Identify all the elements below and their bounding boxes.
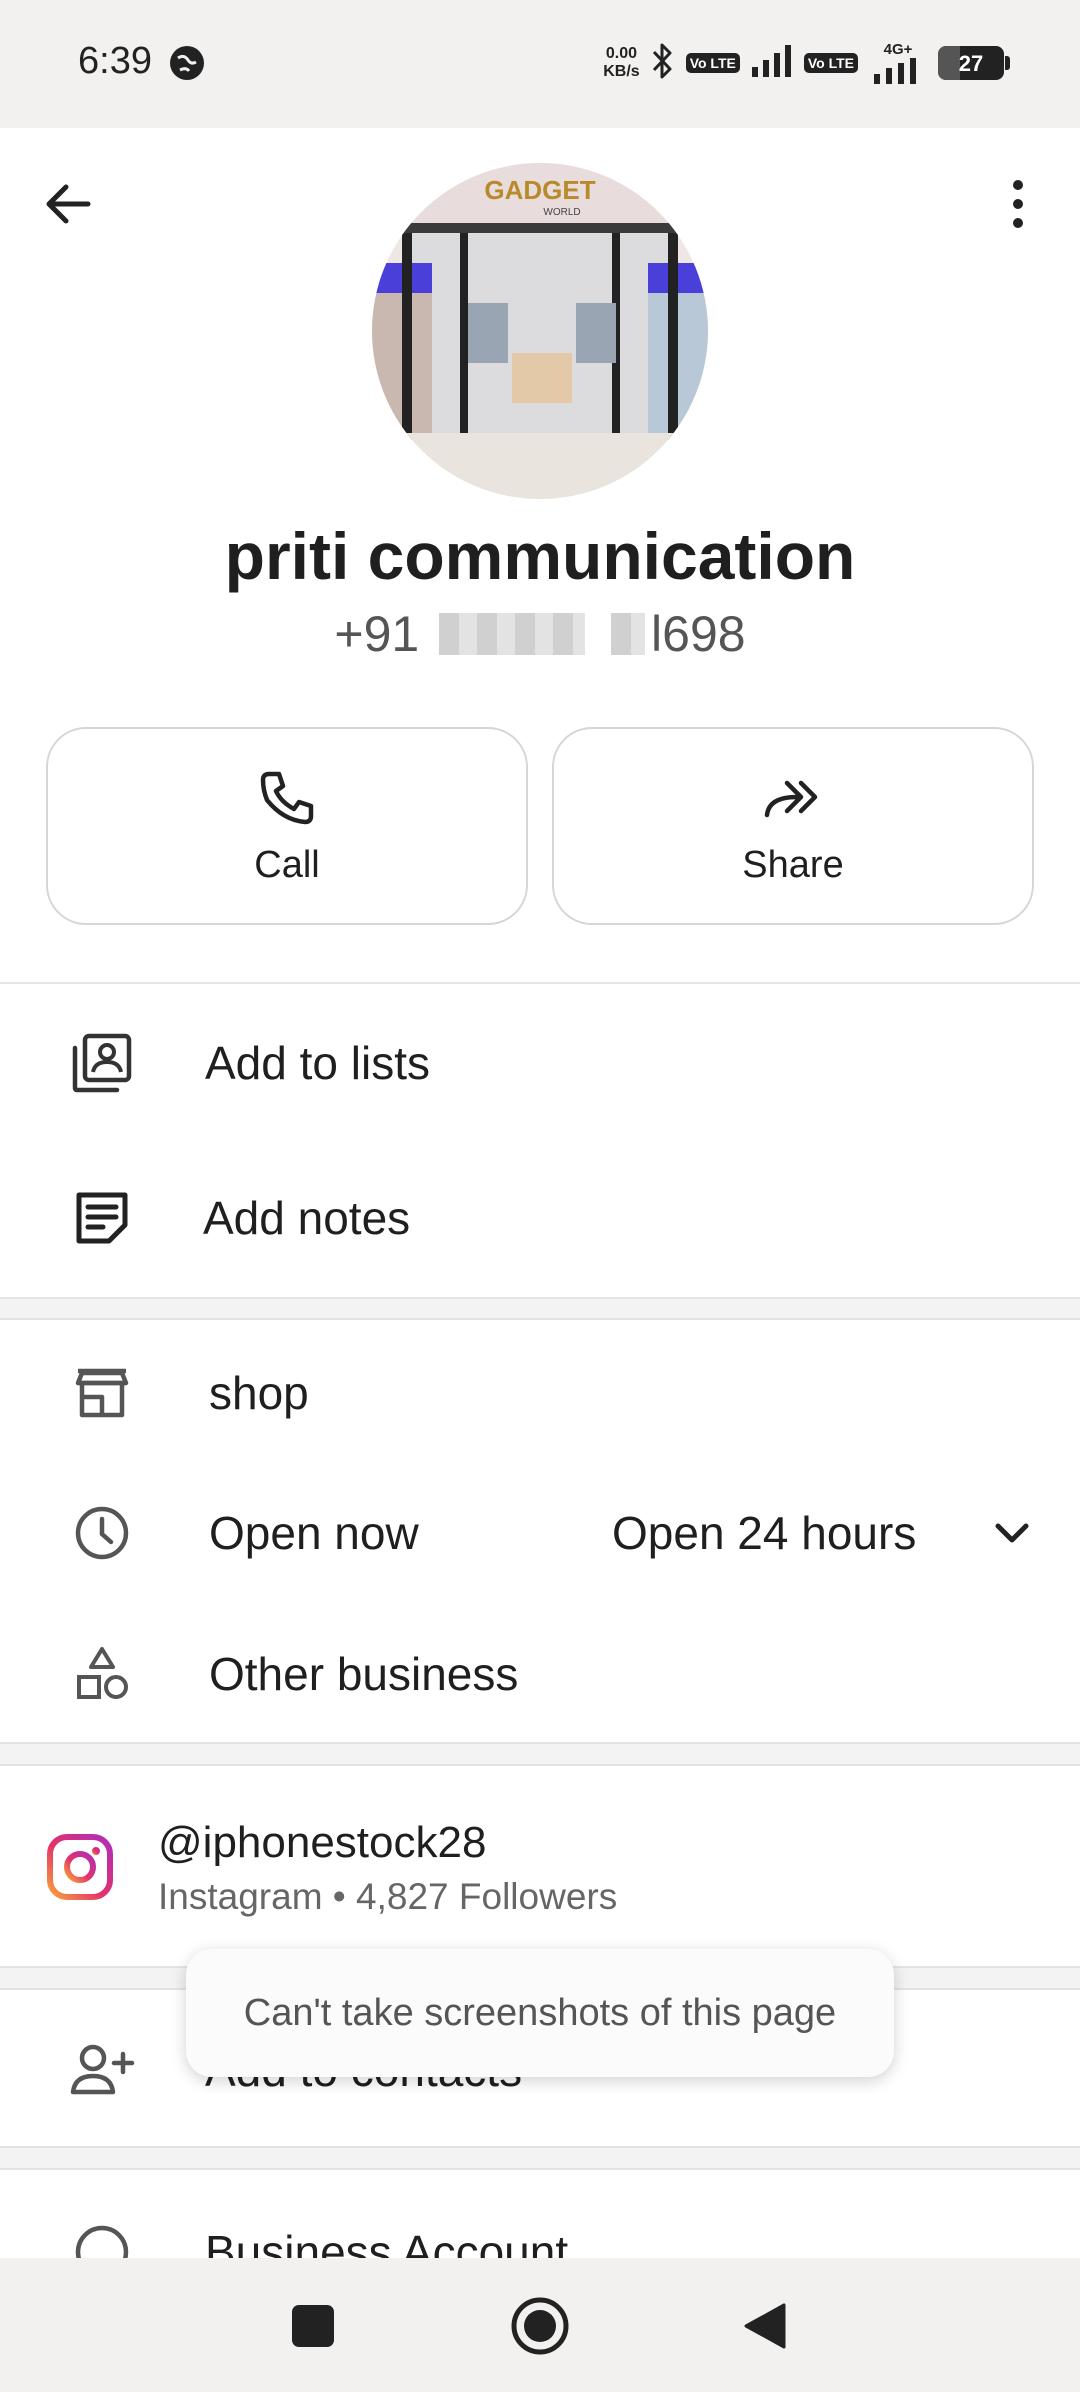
instagram-icon bbox=[40, 1827, 120, 1907]
call-label: Call bbox=[254, 843, 320, 886]
screenshot-toast: Can't take screenshots of this page bbox=[186, 1949, 894, 2077]
section-gap bbox=[0, 2146, 1080, 2170]
navigation-bar bbox=[0, 2258, 1080, 2392]
share-button[interactable]: Share bbox=[552, 727, 1034, 925]
volte-badge-2: Vo LTE bbox=[803, 53, 858, 73]
recents-button[interactable] bbox=[273, 2286, 353, 2366]
back-nav-button[interactable] bbox=[725, 2286, 805, 2366]
back-button[interactable] bbox=[30, 166, 106, 242]
status-time: 6:39 bbox=[78, 40, 152, 82]
hours-label: Open 24 hours bbox=[612, 1507, 917, 1559]
share-forward-icon bbox=[761, 766, 825, 830]
add-notes-row[interactable]: Add notes bbox=[0, 1178, 1080, 1258]
net-speed-unit: KB/s bbox=[603, 63, 640, 80]
hours-row[interactable]: Open now Open 24 hours bbox=[0, 1493, 1080, 1573]
storefront-icon bbox=[62, 1353, 142, 1433]
home-icon bbox=[511, 2297, 569, 2355]
phone-redacted-2 bbox=[611, 613, 646, 655]
more-vert-icon bbox=[1013, 180, 1023, 228]
contact-phone: +91 l698 bbox=[0, 605, 1080, 663]
person-add-icon bbox=[62, 2030, 142, 2110]
avatar-sign-text: GADGET bbox=[484, 175, 595, 205]
contact-name: priti communication bbox=[224, 519, 856, 593]
chevron-down-icon[interactable] bbox=[984, 1505, 1040, 1561]
add-to-lists-label: Add to lists bbox=[205, 1037, 430, 1089]
other-business-label: Other business bbox=[209, 1648, 519, 1700]
network-type-label: 4G+ bbox=[883, 41, 913, 58]
call-button[interactable]: Call bbox=[46, 727, 528, 925]
phone-icon bbox=[257, 766, 317, 830]
note-icon bbox=[62, 1178, 142, 1258]
net-speed-value: 0.00 bbox=[605, 45, 638, 62]
arrow-left-icon bbox=[46, 184, 91, 224]
recents-icon bbox=[292, 2305, 334, 2347]
status-bar: 6:39 0.00 KB/s Vo LTE Vo LTE 4G+ 27 bbox=[0, 0, 1080, 128]
clock-icon bbox=[62, 1493, 142, 1573]
other-business-row: Other business bbox=[0, 1634, 1080, 1714]
add-notes-label: Add notes bbox=[203, 1192, 411, 1244]
shapes-icon bbox=[62, 1634, 142, 1714]
more-options-button[interactable] bbox=[980, 166, 1056, 242]
phone-suffix: l698 bbox=[651, 606, 746, 662]
phone-prefix: +91 bbox=[334, 606, 420, 662]
bluetooth-icon bbox=[650, 41, 676, 86]
vpn-globe-icon bbox=[168, 44, 206, 82]
section-gap bbox=[0, 1297, 1080, 1320]
category-label: shop bbox=[209, 1367, 309, 1419]
phone-redacted bbox=[439, 613, 586, 655]
avatar[interactable]: GADGET WORLD bbox=[372, 163, 708, 499]
network-type: 4G+ bbox=[868, 42, 928, 84]
home-button[interactable] bbox=[500, 2286, 580, 2366]
avatar-sign-subtext: WORLD bbox=[543, 207, 580, 218]
battery-level: 27 bbox=[958, 51, 984, 76]
open-status: Open now bbox=[209, 1507, 419, 1559]
volte-badge: Vo LTE bbox=[685, 53, 740, 73]
instagram-meta: Instagram • 4,827 Followers bbox=[158, 1876, 618, 1917]
share-label: Share bbox=[742, 843, 844, 886]
signal-icon bbox=[750, 43, 794, 84]
status-icons: 0.00 KB/s Vo LTE Vo LTE 4G+ 27 bbox=[603, 38, 1010, 88]
contact-list-icon bbox=[62, 1023, 142, 1103]
category-row: shop bbox=[0, 1353, 1080, 1433]
back-triangle-icon bbox=[744, 2303, 786, 2349]
net-speed: 0.00 KB/s bbox=[603, 45, 639, 81]
add-to-lists-row[interactable]: Add to lists bbox=[0, 1023, 1080, 1103]
section-gap bbox=[0, 1742, 1080, 1766]
instagram-handle[interactable]: @iphonestock28 bbox=[158, 1818, 486, 1868]
divider bbox=[0, 982, 1080, 984]
battery-icon: 27 bbox=[938, 46, 1010, 80]
